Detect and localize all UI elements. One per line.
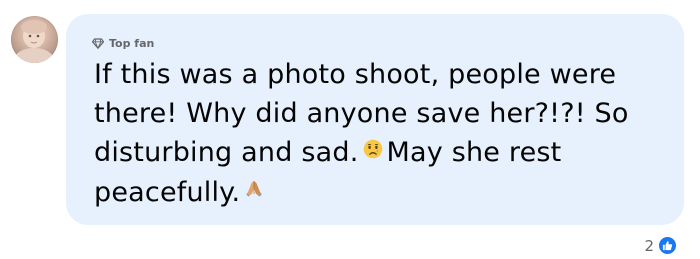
sad-tear-face-emoji <box>363 131 383 170</box>
avatar-photo <box>14 20 54 63</box>
folded-hands-emoji <box>244 171 264 210</box>
comment-container: Top fan If this was a photo shoot, peopl… <box>0 0 700 259</box>
reactions-summary[interactable]: 2 <box>644 235 678 256</box>
top-fan-badge[interactable]: Top fan <box>92 37 154 50</box>
reaction-count: 2 <box>644 236 654 255</box>
avatar[interactable] <box>11 16 58 63</box>
comment-text: If this was a photo shoot, people were t… <box>94 55 674 213</box>
badge-label: Top fan <box>109 37 155 50</box>
diamond-icon <box>92 38 104 49</box>
like-icon <box>657 235 678 256</box>
